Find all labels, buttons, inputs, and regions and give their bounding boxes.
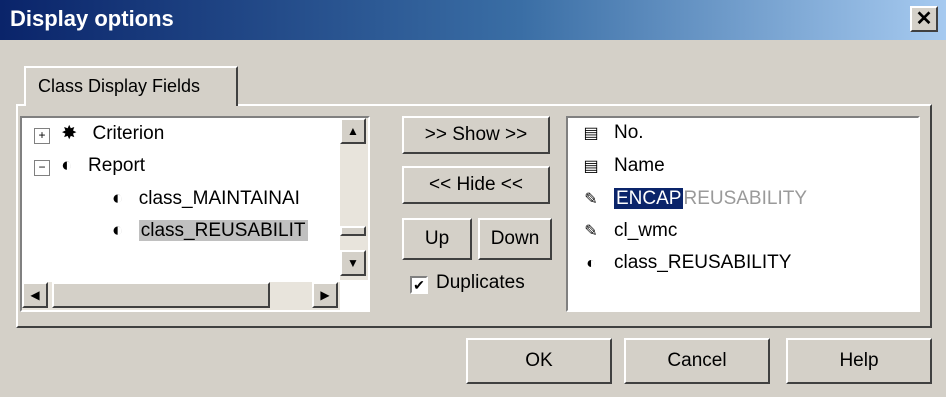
scroll-thumb[interactable]: [52, 282, 270, 308]
field-icon: ▤: [583, 125, 599, 142]
scroll-thumb[interactable]: [340, 226, 366, 236]
duplicates-label: Duplicates: [436, 272, 525, 293]
list-item[interactable]: ◐ class_REUSABILITY: [582, 252, 791, 274]
tree-row-report[interactable]: − ◐ Report: [34, 155, 145, 177]
scroll-down-icon[interactable]: ▼: [340, 250, 366, 276]
tab-class-display-fields[interactable]: Class Display Fields: [24, 66, 238, 106]
half-circle-icon: ◐: [112, 188, 124, 209]
field-icon: ▤: [583, 158, 599, 175]
scroll-right-icon[interactable]: ▶: [312, 282, 338, 308]
tree-horizontal-scrollbar[interactable]: ◀ ▶: [22, 282, 340, 310]
cancel-button[interactable]: Cancel: [624, 338, 770, 384]
drag-ghost-label: REUSABILITY: [683, 188, 808, 209]
half-circle-icon: ◐: [61, 155, 73, 176]
display-fields-list[interactable]: [566, 116, 920, 312]
tree-row-class-reusabilit[interactable]: ◐ class_REUSABILIT: [112, 220, 308, 242]
list-item-label: No.: [614, 122, 644, 143]
duplicates-checkbox[interactable]: ✔: [410, 276, 428, 294]
metric-icon: ✎: [584, 223, 598, 240]
up-button[interactable]: Up: [402, 218, 472, 260]
ok-button[interactable]: OK: [466, 338, 612, 384]
half-circle-icon: ◐: [586, 255, 596, 272]
collapse-icon[interactable]: −: [34, 160, 50, 176]
close-button[interactable]: ✕: [910, 6, 938, 32]
list-item[interactable]: ▤ Name: [582, 155, 665, 177]
scroll-up-icon[interactable]: ▲: [340, 118, 366, 144]
tab-label: Class Display Fields: [38, 76, 201, 96]
tree-item-label: class_MAINTAINAI: [138, 188, 300, 209]
list-item-label: cl_wmc: [614, 220, 678, 241]
drag-icon: ✎: [584, 191, 598, 208]
list-item-label: ENCAP: [614, 188, 684, 209]
tree-vertical-scrollbar[interactable]: ▲ ▼: [340, 118, 368, 280]
window-title: Display options: [10, 6, 174, 31]
list-item-label: class_REUSABILITY: [614, 252, 792, 273]
expand-icon[interactable]: +: [34, 128, 50, 144]
criterion-icon: ✸: [61, 123, 78, 144]
list-item-label: Name: [614, 155, 665, 176]
show-button[interactable]: >> Show >>: [402, 116, 550, 154]
list-item[interactable]: ▤ No.: [582, 122, 644, 144]
tree-item-label: Report: [88, 155, 146, 176]
tree-item-label: Criterion: [92, 123, 165, 144]
scroll-left-icon[interactable]: ◀: [22, 282, 48, 308]
tree-row-class-maintainai[interactable]: ◐ class_MAINTAINAI: [112, 188, 300, 210]
list-item[interactable]: ✎ ENCAP REUSABILITY: [582, 188, 807, 210]
half-circle-icon: ◐: [112, 220, 124, 241]
tree-item-label: class_REUSABILIT: [138, 220, 308, 241]
hide-button[interactable]: << Hide <<: [402, 166, 550, 204]
list-item[interactable]: ✎ cl_wmc: [582, 220, 677, 242]
tree-row-criterion[interactable]: + ✸ Criterion: [34, 122, 164, 145]
title-bar: Display options ✕: [0, 0, 946, 40]
down-button[interactable]: Down: [478, 218, 552, 260]
help-button[interactable]: Help: [786, 338, 932, 384]
